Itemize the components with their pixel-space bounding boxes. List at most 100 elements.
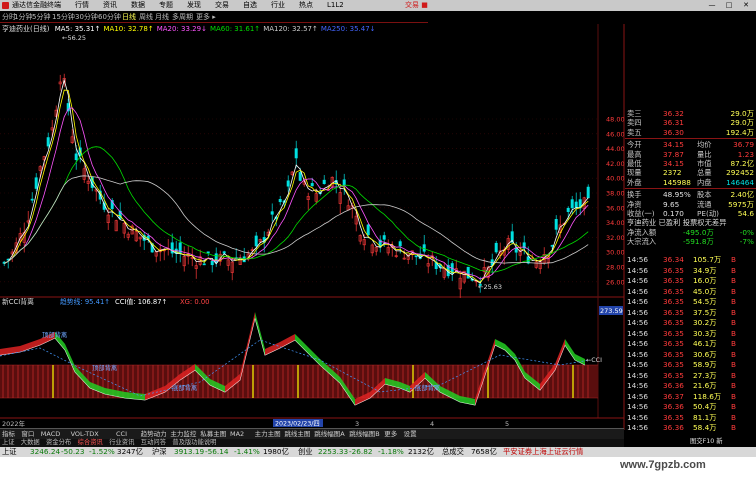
ma-line [4,175,589,264]
tick-row[interactable]: 14:56 36.35 34.9万 B [625,266,756,277]
indicator-tab[interactable]: 设置 [404,430,417,439]
info-tab[interactable]: 普及版功能说明 [172,439,216,447]
quote-value: 37.87 [663,149,684,159]
quote-label: 内盘 [697,177,712,187]
indicator-tab[interactable]: CCI [116,430,127,439]
indicator-tab[interactable]: 主力主图 [255,430,281,439]
quote-value: 54.6 [737,208,754,218]
cci-fill-segment [565,339,575,360]
price-axis-label: 48.00 [606,116,625,124]
f10-label[interactable]: 图交F10 新 [690,437,723,446]
tick-volume: 58.9万 [693,360,717,369]
tick-row[interactable]: 14:56 36.36 58.4万 B [625,423,756,434]
high-price-marker: ←56.25 [62,34,86,42]
tick-row[interactable]: 14:56 36.37 118.6万 B [625,392,756,403]
tick-row[interactable]: 14:56 36.35 27.3万 B [625,371,756,382]
indicator-tab[interactable]: 跳线幅图B [349,430,379,439]
indicator-tab[interactable]: 跳线幅图A [314,430,344,439]
tick-volume: 81.1万 [693,412,717,422]
tick-row[interactable]: 14:56 36.36 50.4万 B [625,402,756,413]
indicator-tab[interactable]: 更多 [384,430,397,439]
tick-volume: 30.6万 [693,349,717,359]
price-axis-label: 44.00 [606,145,625,153]
indicator-tab[interactable]: MACD [41,430,60,439]
ask-row[interactable]: 卖四 36.31 29.0万 [625,118,756,127]
info-tab[interactable]: 上证 [2,439,15,447]
info-tab[interactable]: 资金分布 [46,439,71,447]
tick-side: B [731,255,737,264]
tick-row[interactable]: 14:56 36.35 46.1万 B [625,339,756,350]
tick-row[interactable]: 14:56 36.35 30.6万 B [625,350,756,361]
tick-time: 14:56 [627,339,649,348]
indicator-tab[interactable]: 主力监控 [170,430,196,439]
cci-fill-segment [265,342,280,355]
flow-pct: -0% [739,227,754,237]
tick-side: B [731,339,737,348]
tick-price: 36.35 [663,318,684,327]
tick-row[interactable]: 14:56 36.35 45.0万 B [625,287,756,298]
indicator-tab[interactable]: 趋势动力 [141,430,167,439]
indicator-tab[interactable]: VOL-TDX [71,430,99,439]
tick-volume: 37.5万 [693,307,717,317]
info-tab[interactable]: 互动问答 [141,439,166,447]
tick-row[interactable]: 14:56 36.34 105.7万 B [625,255,756,266]
status-item: -1.18% [378,447,404,456]
tick-row[interactable]: 14:56 36.35 16.0万 B [625,276,756,287]
cci-fill-segment [280,334,295,348]
quote-label: 最高 [627,149,642,159]
tick-price: 36.35 [663,286,684,296]
indicator-tab[interactable]: 私募主图 [200,430,226,439]
tick-row[interactable]: 14:56 36.35 54.5万 B [625,297,756,308]
tick-list[interactable]: 14:56 36.34 105.7万 B 14:56 36.35 34.9万 B 14:56 36… [625,255,756,434]
quote-value: 1.23 [737,149,754,159]
quote-value: 5975万 [728,199,754,209]
info-tab[interactable]: 综合资讯 [78,439,103,447]
info-tab[interactable]: 行业资讯 [109,439,134,447]
candle-body [366,224,370,236]
indicator-tab[interactable]: MA2 [230,430,244,439]
tick-side: B [731,360,737,369]
tick-row[interactable]: 14:56 36.35 81.1万 B [625,413,756,424]
candle-body [466,266,470,279]
status-item: -50.23 [61,447,85,456]
price-axis-label: 46.00 [606,130,625,138]
tick-row[interactable]: 14:56 36.35 58.9万 B [625,360,756,371]
status-item: 3913.19 [174,447,205,456]
status-item: 上证 [2,447,17,456]
indicator-tab[interactable]: 窗口 [21,430,34,439]
tick-time: 14:56 [627,265,649,275]
ask-row[interactable]: 卖三 36.32 29.0万 [625,109,756,118]
tick-row[interactable]: 14:56 36.36 21.6万 B [625,381,756,392]
tick-row[interactable]: 14:56 36.35 30.3万 B [625,329,756,340]
quote-label: 流通 [697,199,712,209]
ask-row[interactable]: 卖五 36.30 192.4万 [625,128,756,137]
tick-price: 36.36 [663,423,684,432]
candle-body [310,183,314,187]
flow-label: 大宗流入 [627,237,657,247]
quote-info-row: 净资 9.65 流通 5975万 [625,200,756,209]
quote-value: 9.65 [663,199,680,209]
status-item: 2253.33 [318,447,349,456]
quote-value: 145988 [663,177,691,187]
info-tab[interactable]: 大数据 [21,439,40,447]
quote-label: 现量 [627,168,642,178]
quote-info-row: 现量 2372 总量 292452 [625,168,756,177]
cci-fill-segment [495,339,505,350]
indicator-tab[interactable]: 指标 [2,430,15,439]
tick-row[interactable]: 14:56 36.35 30.2万 B [625,318,756,329]
svg-text:2023/02/23/四: 2023/02/23/四 [275,420,320,428]
quote-panel: 卖三 36.32 29.0万 卖四 36.31 29.0万 卖五 36.30 192.4万 今开 3… [625,109,756,246]
ask-price: 36.32 [663,109,684,118]
cci-fill-segment [255,312,265,355]
tick-volume: 34.9万 [693,265,717,275]
cci-value-box: 273.59 [599,306,623,315]
tick-price: 36.35 [663,360,684,369]
tick-time: 14:56 [627,255,649,264]
status-item: -26.82 [349,447,373,456]
tick-price: 36.37 [663,391,684,401]
candle-body [398,241,402,247]
quote-label: 净资 [627,199,642,209]
tick-side: B [731,349,737,359]
tick-row[interactable]: 14:56 36.35 37.5万 B [625,308,756,319]
indicator-tab[interactable]: 跳线主图 [284,430,310,439]
